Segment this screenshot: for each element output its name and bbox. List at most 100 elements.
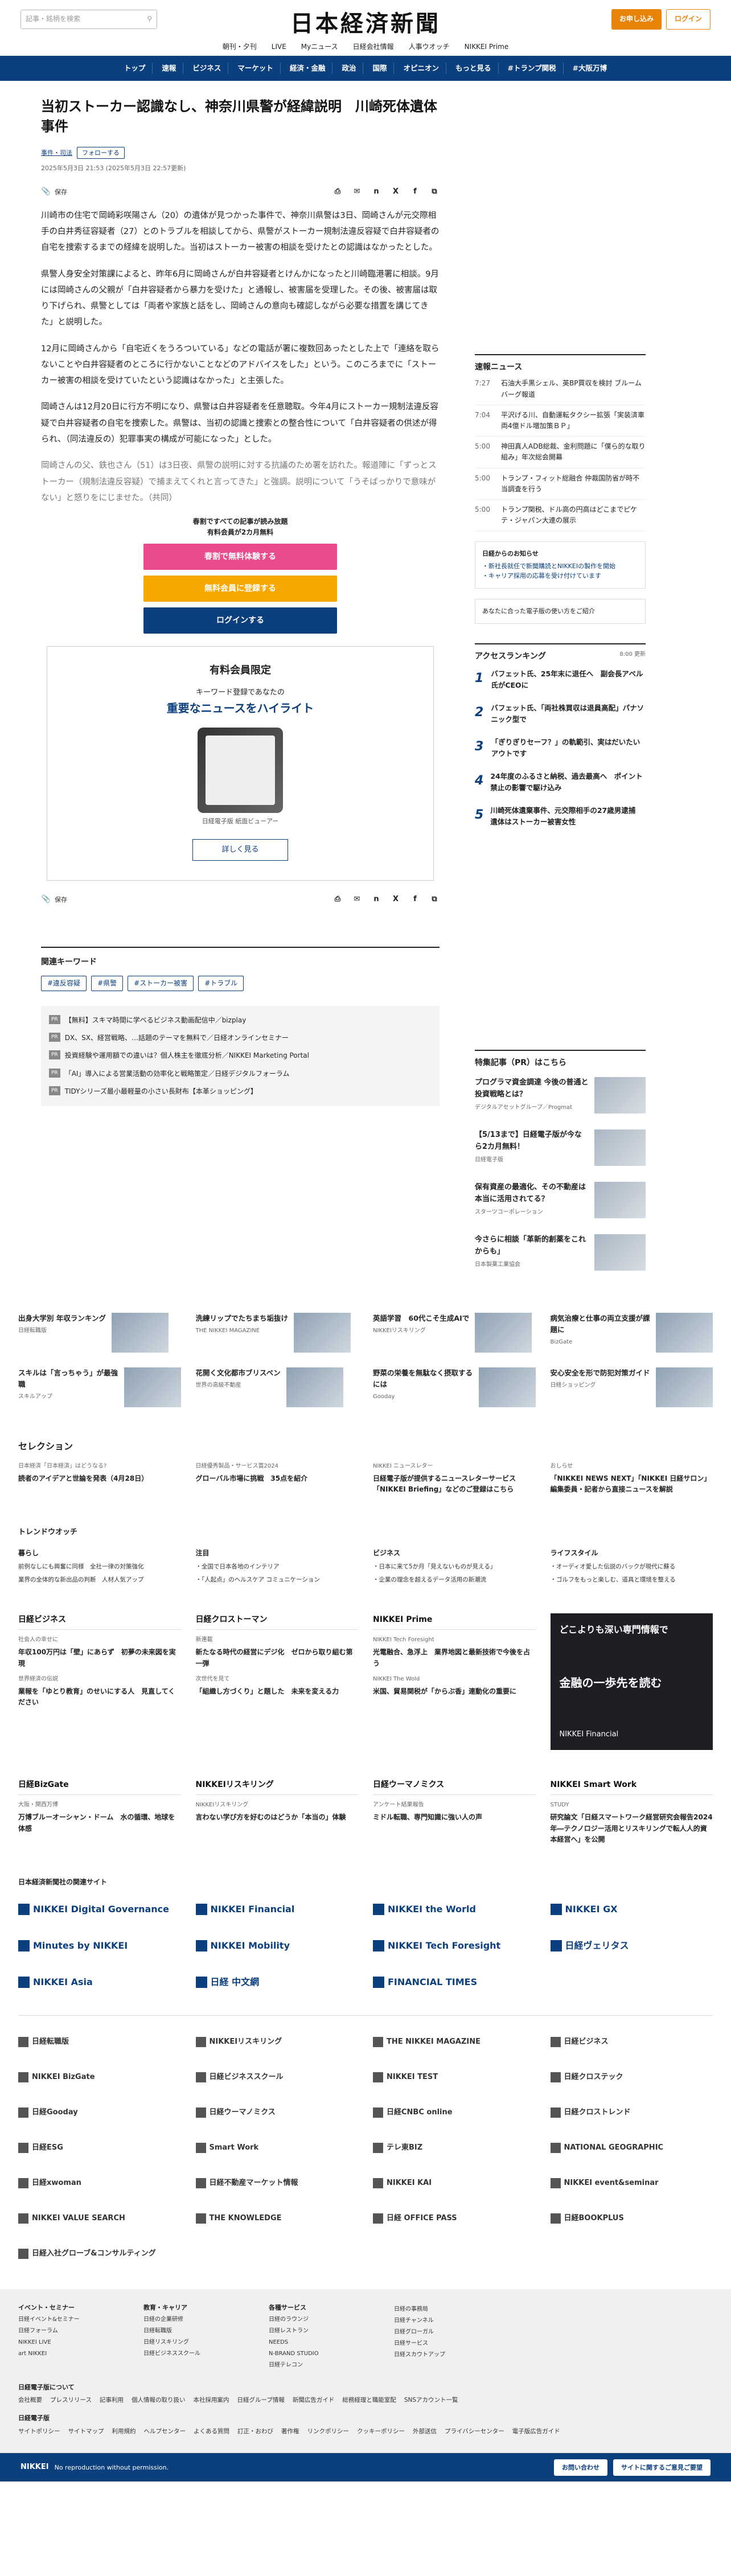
search-icon[interactable]: ⚲ (147, 14, 152, 24)
selection-item[interactable]: NIKKEI ニュースレター 日経電子版が提供するニュースレターサービス「NIKK… (373, 1462, 536, 1495)
brand-link[interactable]: NIKKEI GX (550, 1897, 713, 1922)
keyword-chip[interactable]: #ストーカー被害 (128, 975, 194, 991)
footer-link[interactable]: 日経転職版 (143, 2327, 257, 2336)
trend-link[interactable]: ・企業の理念を超えるデータ活用の新潮流 (373, 1575, 536, 1585)
sub-nav-item[interactable]: LIVE (272, 42, 286, 52)
footer-link[interactable]: 日経グローガル (394, 2328, 508, 2337)
footer-link[interactable]: 日経スカウトアップ (394, 2351, 508, 2360)
pr-item[interactable]: PR DX、SX、経営戦略、…話題のテーマを無料で／日経オンラインセミナー (49, 1029, 432, 1047)
sub-nav-item[interactable]: 日経会社情報 (353, 42, 394, 52)
brand-link[interactable]: FINANCIAL TIMES (373, 1970, 536, 1995)
media-block-title[interactable]: NIKKEIリスキリング (195, 1778, 358, 1796)
main-nav-item[interactable]: 経済・金融 (283, 63, 333, 74)
ranking-item[interactable]: 4 24年度のふるさと納税、過去最高へ ポイント禁止の影響で駆け込み (475, 765, 646, 799)
media-block-title[interactable]: NIKKEI Prime (373, 1613, 536, 1630)
media-block-title[interactable]: 日経クロストーマン (195, 1613, 358, 1630)
footer-link[interactable]: 日経レストラン (269, 2327, 383, 2336)
ranking-item[interactable]: 1 バフェット氏、25年末に退任へ 副会長アベル氏がCEOに (475, 663, 646, 697)
usage-promo[interactable]: あなたに合った電子版の使い方をご紹介 (475, 599, 646, 624)
trend-link[interactable]: ・全国で日本各地のインテリア (196, 1562, 359, 1572)
service-link[interactable]: NIKKEI KAI (373, 2171, 536, 2196)
service-link[interactable]: 日経クロストレンド (550, 2100, 713, 2125)
media-block-title[interactable]: 日経ビジネス (18, 1613, 181, 1630)
x-icon[interactable]: X (391, 894, 401, 905)
sub-nav-item[interactable]: 人事ウオッチ (409, 42, 450, 52)
footer-link[interactable]: 日経の企業研修 (143, 2315, 257, 2324)
main-nav-item[interactable]: オピニオン (396, 63, 446, 74)
media-headline[interactable]: 光電融合、急浮上 業界地図と最新技術で今後を占う (373, 1647, 536, 1669)
trial-button[interactable]: 春割で無料体験する (143, 544, 337, 570)
footer-link[interactable]: 日経サービス (394, 2339, 508, 2348)
service-link[interactable]: 日経CNBC online (373, 2100, 536, 2125)
footer-link[interactable]: 日経リスキリング (143, 2338, 257, 2347)
footer-link[interactable]: N-BRAND STUDIO (269, 2349, 383, 2359)
service-link[interactable]: 日経不動産マーケット情報 (195, 2171, 359, 2196)
footer-link[interactable]: 著作権 (281, 2427, 299, 2437)
footer-link[interactable]: 日経チャンネル (394, 2316, 508, 2326)
media-headline[interactable]: ミドル転職、専門知識に強い人の声 (373, 1812, 536, 1823)
footer-link[interactable]: 総務経理と職能室配 (342, 2396, 396, 2405)
service-link[interactable]: 日経ESG (18, 2135, 181, 2160)
media-block-title[interactable]: 日経BizGate (18, 1778, 181, 1796)
main-nav-item[interactable]: ビジネス (186, 63, 229, 74)
footer-link[interactable]: NIKKEI LIVE (18, 2338, 132, 2347)
contact-button[interactable]: お問い合わせ (554, 2459, 607, 2476)
footer-link[interactable]: art NIKKEI (18, 2349, 132, 2359)
print-icon[interactable]: ⎙ (332, 894, 343, 905)
service-link[interactable]: 日経クロステック (550, 2065, 713, 2090)
topic-tag[interactable]: 事件・司法 (41, 148, 72, 158)
brand-link[interactable]: NIKKEI Asia (18, 1970, 181, 1995)
main-nav-item[interactable]: 政治 (335, 63, 364, 74)
main-nav-item[interactable]: もっと見る (449, 63, 499, 74)
service-link[interactable]: THE NIKKEI MAGAZINE (373, 2029, 536, 2055)
selection-item[interactable]: 日本経済「日本経済」はどうなる? 読者のアイデアと世論を発表（4月28日） (18, 1462, 181, 1495)
brand-link[interactable]: NIKKEI Digital Governance (18, 1897, 181, 1922)
latest-news-item[interactable]: 7:27 石油大手黒シェル、英BP買収を検討 ブルームバーグ報道 (475, 373, 646, 405)
footer-link[interactable]: プライバシーセンター (445, 2427, 504, 2437)
subscribe-button[interactable]: お申し込み (611, 9, 662, 30)
service-link[interactable]: 日経ビジネス (550, 2029, 713, 2055)
selection-item[interactable]: おしらせ 「NIKKEI NEWS NEXT」「NIKKEI 日経サロン」編集委員… (551, 1462, 713, 1495)
site-logo[interactable]: 日本経済新聞 (290, 6, 441, 42)
pr-feature-item[interactable]: プログラマ資金調達 今後の普通と投資戦略とは？ デジタルアセットグループ／Prog… (475, 1069, 646, 1121)
service-link[interactable]: NIKKEI event&seminar (550, 2171, 713, 2196)
footer-link[interactable]: 日経イベント&セミナー (18, 2315, 132, 2324)
keyword-chip[interactable]: #トラブル (198, 975, 244, 991)
footer-link[interactable]: SNSアカウント一覧 (404, 2396, 458, 2405)
footer-link[interactable]: 日経の事務局 (394, 2305, 508, 2314)
footer-link[interactable]: 会社概要 (18, 2396, 42, 2405)
sub-nav-item[interactable]: NIKKEI Prime (465, 42, 509, 52)
feature-card[interactable]: 出身大学別 年収ランキング 日経転職版 (18, 1313, 181, 1353)
pr-item[interactable]: PR 「AI」導入による営業活動の効率化と戦略策定／日経デジタルフォーラム (49, 1065, 432, 1083)
sub-nav-item[interactable]: Myニュース (301, 42, 338, 52)
share-icon[interactable]: ⧉ (429, 187, 440, 198)
footer-link[interactable]: 本社採用案内 (193, 2396, 229, 2405)
main-nav-item[interactable]: #大阪万博 (566, 63, 614, 74)
media-headline[interactable]: 新たなる時代の経営にデジ化 ゼロから取り組む第一弾 (196, 1647, 359, 1669)
main-nav-item[interactable]: トップ (117, 63, 153, 74)
paywall-login-button[interactable]: ログインする (143, 607, 337, 634)
footer-link[interactable]: 利用規約 (112, 2427, 136, 2437)
pr-item[interactable]: PR 投資経験や運用額での違いは？個人株主を徹底分析／NIKKEI Marketi… (49, 1047, 432, 1065)
footer-link[interactable]: 日経ビジネススクール (143, 2349, 257, 2359)
selection-item[interactable]: 日経優秀製品・サービス賞2024 グローバル市場に挑戦 35点を紹介 (196, 1462, 359, 1495)
pr-item[interactable]: PR 【無料】スキマ時間に学べるビジネス動画配信中／bizplay (49, 1012, 432, 1029)
service-link[interactable]: NIKKEI TEST (373, 2065, 536, 2090)
feature-card[interactable]: 英語学習 60代こそ生成AIで NIKKEIリスキリング (373, 1313, 536, 1353)
login-button[interactable]: ログイン (666, 9, 711, 30)
footer-link[interactable]: プレスリリース (50, 2396, 92, 2405)
service-link[interactable]: 日経転職版 (18, 2029, 181, 2055)
brand-link[interactable]: NIKKEI Mobility (195, 1933, 359, 1958)
feedback-button[interactable]: サイトに関するご意見ご要望 (613, 2459, 711, 2476)
trend-link[interactable]: 業界の全体的な新出品の判断 人材人気アップ (18, 1575, 181, 1585)
feature-card[interactable]: 野菜の栄養を無駄なく摂取するには Gooday (373, 1367, 536, 1408)
sub-nav-item[interactable]: 朝刊・夕刊 (223, 42, 257, 52)
brand-link[interactable]: NIKKEI the World (373, 1897, 536, 1922)
footer-link[interactable]: 訂正・おわび (237, 2427, 273, 2437)
mail-icon[interactable]: ✉ (352, 187, 362, 198)
media-headline[interactable]: 「組織し方づくり」と題した 未来を変える力 (196, 1686, 359, 1697)
trend-link[interactable]: ・ゴルフをもっと楽しむ、道具と環境を整える (551, 1575, 713, 1585)
share-icon[interactable]: ⧉ (429, 894, 440, 905)
footer-link[interactable]: NEEDS (269, 2338, 383, 2347)
footer-link[interactable]: ヘルプセンター (144, 2427, 186, 2437)
